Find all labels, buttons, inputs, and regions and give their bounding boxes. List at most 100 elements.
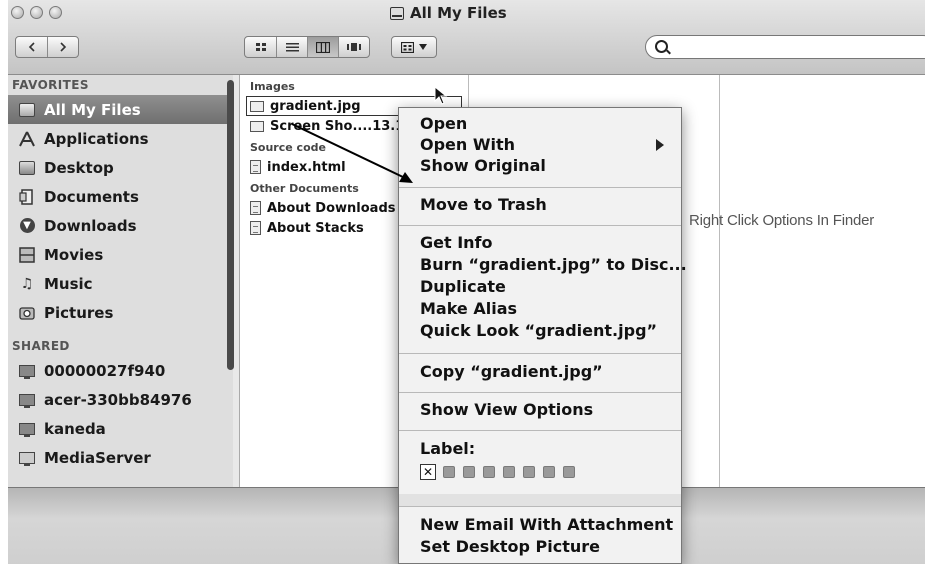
list-view-icon [285, 43, 299, 52]
menu-item-open[interactable]: Open [420, 114, 467, 133]
menu-item-make-alias[interactable]: Make Alias [420, 299, 517, 318]
menu-separator [399, 506, 681, 507]
menu-separator [399, 187, 681, 188]
sidebar-item-kaneda[interactable]: kaneda [8, 414, 233, 443]
file-name: index.html [267, 159, 346, 175]
menu-item-open-with[interactable]: Open With [420, 135, 515, 154]
menu-item-new-email[interactable]: New Email With Attachment [420, 515, 673, 534]
all-my-files-icon [390, 6, 404, 20]
sidebar-item-downloads[interactable]: ▼ Downloads [8, 211, 233, 240]
search-icon [655, 40, 668, 53]
image-file-icon [250, 120, 264, 132]
applications-icon [18, 131, 36, 147]
window-title: All My Files [390, 4, 507, 22]
sidebar-item-label: kaneda [44, 419, 106, 438]
computer-icon [18, 392, 36, 408]
sidebar-item-label: All My Files [44, 100, 141, 119]
icon-view-button[interactable] [245, 37, 276, 57]
monitor-icon [18, 450, 36, 466]
title-bar: All My Files [8, 0, 925, 75]
menu-blank-row [399, 494, 681, 506]
menu-separator [399, 430, 681, 431]
label-blue-swatch[interactable] [523, 466, 535, 478]
computer-icon [18, 421, 36, 437]
document-file-icon [250, 201, 261, 215]
column-view-button[interactable] [307, 37, 338, 57]
label-purple-swatch[interactable] [543, 466, 555, 478]
empty-column [719, 75, 925, 487]
chevron-left-icon [28, 42, 35, 52]
image-file-icon [250, 100, 264, 112]
arrange-button[interactable] [391, 36, 437, 58]
documents-icon [18, 188, 36, 205]
close-button[interactable] [11, 6, 24, 19]
menu-item-set-desktop-picture[interactable]: Set Desktop Picture [420, 537, 600, 556]
label-red-swatch[interactable] [443, 466, 455, 478]
menu-item-get-info[interactable]: Get Info [420, 233, 493, 252]
sidebar-item-mediaserver[interactable]: MediaServer [8, 443, 233, 472]
sidebar-item-applications[interactable]: Applications [8, 124, 233, 153]
icon-view-icon [255, 43, 266, 51]
minimize-button[interactable] [30, 6, 43, 19]
music-icon: ♫ [20, 275, 34, 292]
label-gray-swatch[interactable] [563, 466, 575, 478]
all-my-files-icon [18, 102, 36, 118]
menu-item-show-original[interactable]: Show Original [420, 156, 546, 175]
sidebar-item-label: Desktop [44, 158, 114, 177]
sidebar-item-label: Music [44, 274, 93, 293]
search-field[interactable] [645, 35, 925, 59]
window-title-text: All My Files [410, 4, 507, 22]
computer-icon [18, 363, 36, 379]
movies-icon [18, 246, 36, 263]
menu-separator [399, 225, 681, 226]
sidebar-item-label: Documents [44, 187, 139, 206]
sidebar-scrollbar[interactable] [227, 80, 234, 370]
menu-item-duplicate[interactable]: Duplicate [420, 277, 506, 296]
sidebar-item-label: Movies [44, 245, 104, 264]
file-name: About Stacks [267, 220, 364, 236]
menu-item-show-view-options[interactable]: Show View Options [420, 400, 593, 419]
file-name: About Downloads [267, 200, 396, 216]
shared-header: SHARED [12, 339, 70, 353]
menu-item-move-to-trash[interactable]: Move to Trash [420, 195, 547, 214]
chevron-right-icon [60, 42, 67, 52]
file-name: gradient.jpg [270, 98, 361, 114]
label-orange-swatch[interactable] [463, 466, 475, 478]
desktop-icon [18, 160, 36, 176]
sidebar-item-desktop[interactable]: Desktop [8, 153, 233, 182]
sidebar-item-documents[interactable]: Documents [8, 182, 233, 211]
chevron-down-icon [419, 44, 427, 50]
favorites-header: FAVORITES [12, 78, 89, 92]
menu-item-burn[interactable]: Burn “gradient.jpg” to Disc... [420, 255, 687, 274]
sidebar-item-label: Downloads [44, 216, 137, 235]
document-file-icon [250, 221, 261, 235]
menu-item-quick-look[interactable]: Quick Look “gradient.jpg” [420, 321, 657, 340]
label-green-swatch[interactable] [503, 466, 515, 478]
menu-label-header: Label: [420, 439, 476, 458]
sidebar-item-00000027f940[interactable]: 00000027f940 [8, 356, 233, 385]
sidebar-item-acer-330bb84976[interactable]: acer-330bb84976 [8, 385, 233, 414]
sidebar-item-pictures[interactable]: Pictures [8, 298, 233, 327]
context-menu: Open Open With Show Original Move to Tra… [398, 107, 687, 564]
sidebar-item-label: Pictures [44, 303, 114, 322]
sidebar-item-label: 00000027f940 [44, 361, 166, 380]
cover-flow-button[interactable] [338, 37, 369, 57]
label-none-button[interactable]: ✕ [420, 464, 436, 480]
submenu-arrow-icon [656, 139, 664, 151]
search-input[interactable] [672, 38, 925, 58]
back-button[interactable] [16, 37, 47, 57]
html-file-icon [250, 160, 261, 174]
zoom-button[interactable] [49, 6, 62, 19]
sidebar-item-movies[interactable]: Movies [8, 240, 233, 269]
label-yellow-swatch[interactable] [483, 466, 495, 478]
sidebar-item-label: MediaServer [44, 448, 151, 467]
cover-flow-icon [347, 43, 361, 51]
menu-separator [399, 392, 681, 393]
downloads-icon: ▼ [18, 218, 36, 234]
sidebar-item-music[interactable]: ♫ Music [8, 269, 233, 298]
list-view-button[interactable] [276, 37, 307, 57]
menu-item-copy[interactable]: Copy “gradient.jpg” [420, 362, 603, 381]
mouse-cursor-icon [434, 86, 448, 105]
forward-button[interactable] [47, 37, 78, 57]
sidebar-item-all-my-files[interactable]: All My Files [8, 95, 233, 124]
